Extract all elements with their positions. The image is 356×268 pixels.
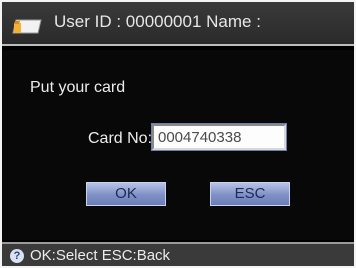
esc-button[interactable]: ESC xyxy=(210,182,290,206)
card-no-label: Card No: xyxy=(88,130,153,147)
card-icon xyxy=(12,19,42,34)
prompt-text: Put your card xyxy=(30,79,126,96)
card-dialog: Put your card Card No: OK ESC xyxy=(2,50,354,240)
help-icon: ? xyxy=(10,249,24,263)
card-no-field[interactable] xyxy=(152,124,286,150)
footer-bar: ? OK:Select ESC:Back xyxy=(2,242,354,266)
user-info-title: User ID : 00000001 Name : xyxy=(54,12,261,31)
ok-button[interactable]: OK xyxy=(86,182,166,206)
key-hint: OK:Select ESC:Back xyxy=(30,247,171,264)
header-bar: User ID : 00000001 Name : xyxy=(2,2,354,46)
device-screen: User ID : 00000001 Name : Put your card … xyxy=(2,2,354,266)
